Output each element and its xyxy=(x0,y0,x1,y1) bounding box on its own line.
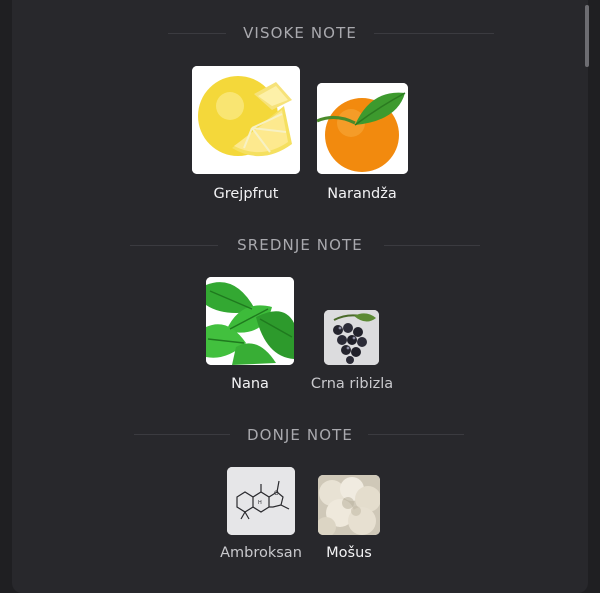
note-label-grapefruit: Grejpfrut xyxy=(213,186,279,202)
section-title-middle-notes: SREDNJE NOTE xyxy=(237,236,363,254)
note-image-musk[interactable] xyxy=(318,475,380,535)
divider-right xyxy=(368,434,464,435)
orange-icon xyxy=(317,83,408,174)
grapefruit-icon xyxy=(192,66,300,174)
svg-text:H: H xyxy=(258,500,262,506)
note-image-mint[interactable] xyxy=(206,277,294,365)
note-image-ambroxan[interactable]: O H xyxy=(227,467,295,535)
note-label-orange: Narandža xyxy=(327,186,397,202)
musk-icon xyxy=(318,475,380,535)
divider-right xyxy=(374,33,494,34)
mint-icon xyxy=(206,277,294,365)
note-image-grapefruit[interactable] xyxy=(192,66,300,174)
fragrance-notes-panel xyxy=(12,0,588,593)
note-image-orange[interactable] xyxy=(317,83,408,174)
svg-text:O: O xyxy=(274,490,279,497)
divider-right xyxy=(384,245,480,246)
note-label-blackcurrant: Crna ribizla xyxy=(310,376,394,392)
note-label-musk: Mošus xyxy=(326,545,372,561)
ambroxan-molecule-icon: O H xyxy=(227,467,295,535)
section-title-top-notes: VISOKE NOTE xyxy=(243,24,357,42)
blackcurrant-icon xyxy=(324,310,379,365)
section-title-base-notes: DONJE NOTE xyxy=(247,426,353,444)
note-image-blackcurrant[interactable] xyxy=(324,310,379,365)
